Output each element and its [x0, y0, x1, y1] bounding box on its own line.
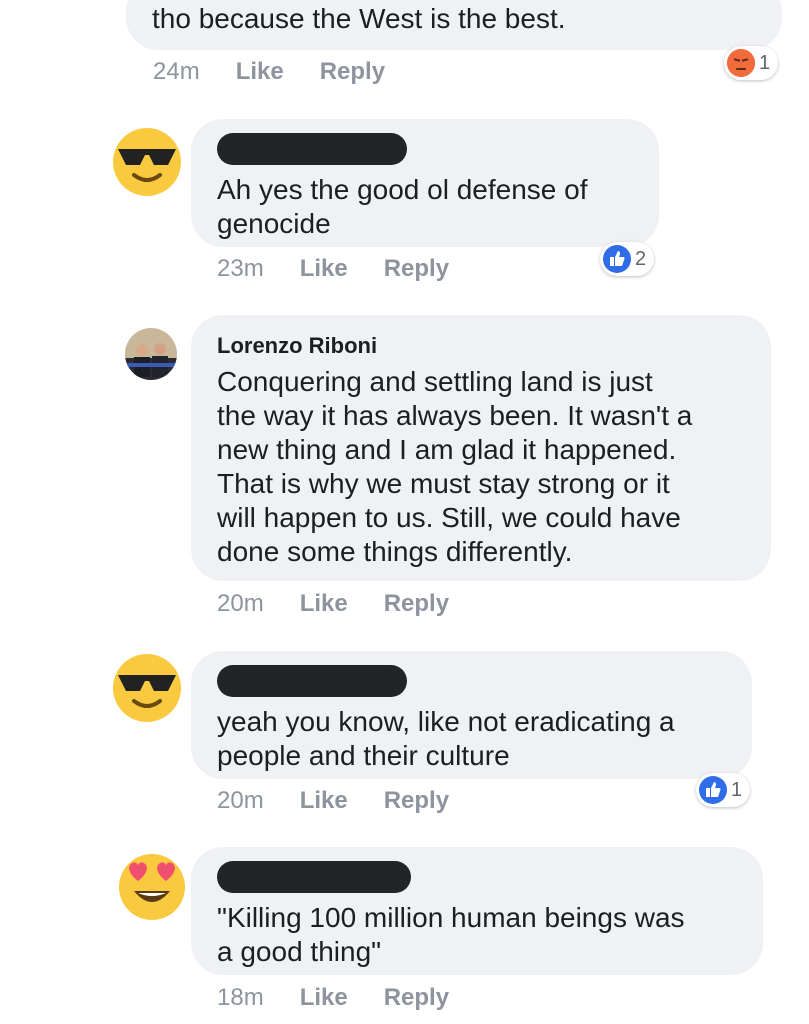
reaction-count: 1	[731, 778, 743, 801]
avatar[interactable]	[112, 653, 182, 728]
comment-bubble: Lorenzo Riboni Conquering and settling l…	[191, 315, 771, 581]
comment-meta: 18m Like Reply	[217, 984, 485, 1012]
comment-bubble: Ah yes the good ol defense of genocide	[191, 119, 659, 247]
like-reaction-icon	[603, 245, 631, 273]
sunglasses-emoji-icon	[113, 128, 181, 196]
comment-bubble: "Killing 100 million human beings was a …	[191, 847, 763, 975]
comment-meta: 20m Like Reply	[217, 590, 485, 618]
sunglasses-emoji-icon	[113, 654, 181, 722]
reaction-badge[interactable]: 1	[696, 773, 751, 807]
comment-bubble: yeah you know, like not eradicating a pe…	[191, 651, 752, 779]
comment-bubble: tho because the West is the best.	[126, 0, 782, 50]
comment-timestamp: 20m	[217, 787, 264, 814]
redacted-author-name	[217, 665, 407, 697]
redacted-author-name	[217, 861, 411, 893]
comment-text: Conquering and settling land is just the…	[217, 366, 693, 567]
reaction-count: 1	[759, 51, 771, 74]
like-link[interactable]: Like	[300, 984, 348, 1012]
comment-text: yeah you know, like not eradicating a pe…	[217, 706, 675, 771]
reply-link[interactable]: Reply	[384, 590, 449, 618]
redacted-author-name	[217, 133, 407, 165]
like-reaction-icon	[699, 776, 727, 804]
like-link[interactable]: Like	[236, 58, 284, 86]
comment-author[interactable]: Lorenzo Riboni	[217, 333, 745, 359]
like-link[interactable]: Like	[300, 255, 348, 283]
like-link[interactable]: Like	[300, 590, 348, 618]
like-link[interactable]: Like	[300, 787, 348, 815]
comment-meta: 24m Like Reply	[153, 58, 421, 86]
reaction-badge[interactable]: 2	[600, 242, 655, 276]
avatar[interactable]	[118, 853, 186, 926]
comment-timestamp: 18m	[217, 984, 264, 1011]
reaction-count: 2	[635, 247, 647, 270]
avatar[interactable]	[125, 328, 177, 385]
reaction-badge[interactable]: 1	[724, 46, 779, 80]
comment-timestamp: 20m	[217, 590, 264, 617]
comment-meta: 20m Like Reply	[217, 787, 485, 815]
reply-link[interactable]: Reply	[384, 984, 449, 1012]
comment-text: Ah yes the good ol defense of genocide	[217, 174, 588, 239]
profile-photo-icon	[125, 328, 177, 380]
comment-timestamp: 23m	[217, 255, 264, 282]
comment-text: "Killing 100 million human beings was a …	[217, 902, 685, 967]
reply-link[interactable]: Reply	[320, 58, 385, 86]
reply-link[interactable]: Reply	[384, 255, 449, 283]
reply-link[interactable]: Reply	[384, 787, 449, 815]
comment-meta: 23m Like Reply	[217, 255, 485, 283]
heart-eyes-emoji-icon	[119, 854, 185, 920]
comment-timestamp: 24m	[153, 58, 200, 85]
avatar[interactable]	[112, 127, 182, 202]
angry-reaction-icon	[727, 49, 755, 77]
comment-text: tho because the West is the best.	[152, 3, 566, 34]
